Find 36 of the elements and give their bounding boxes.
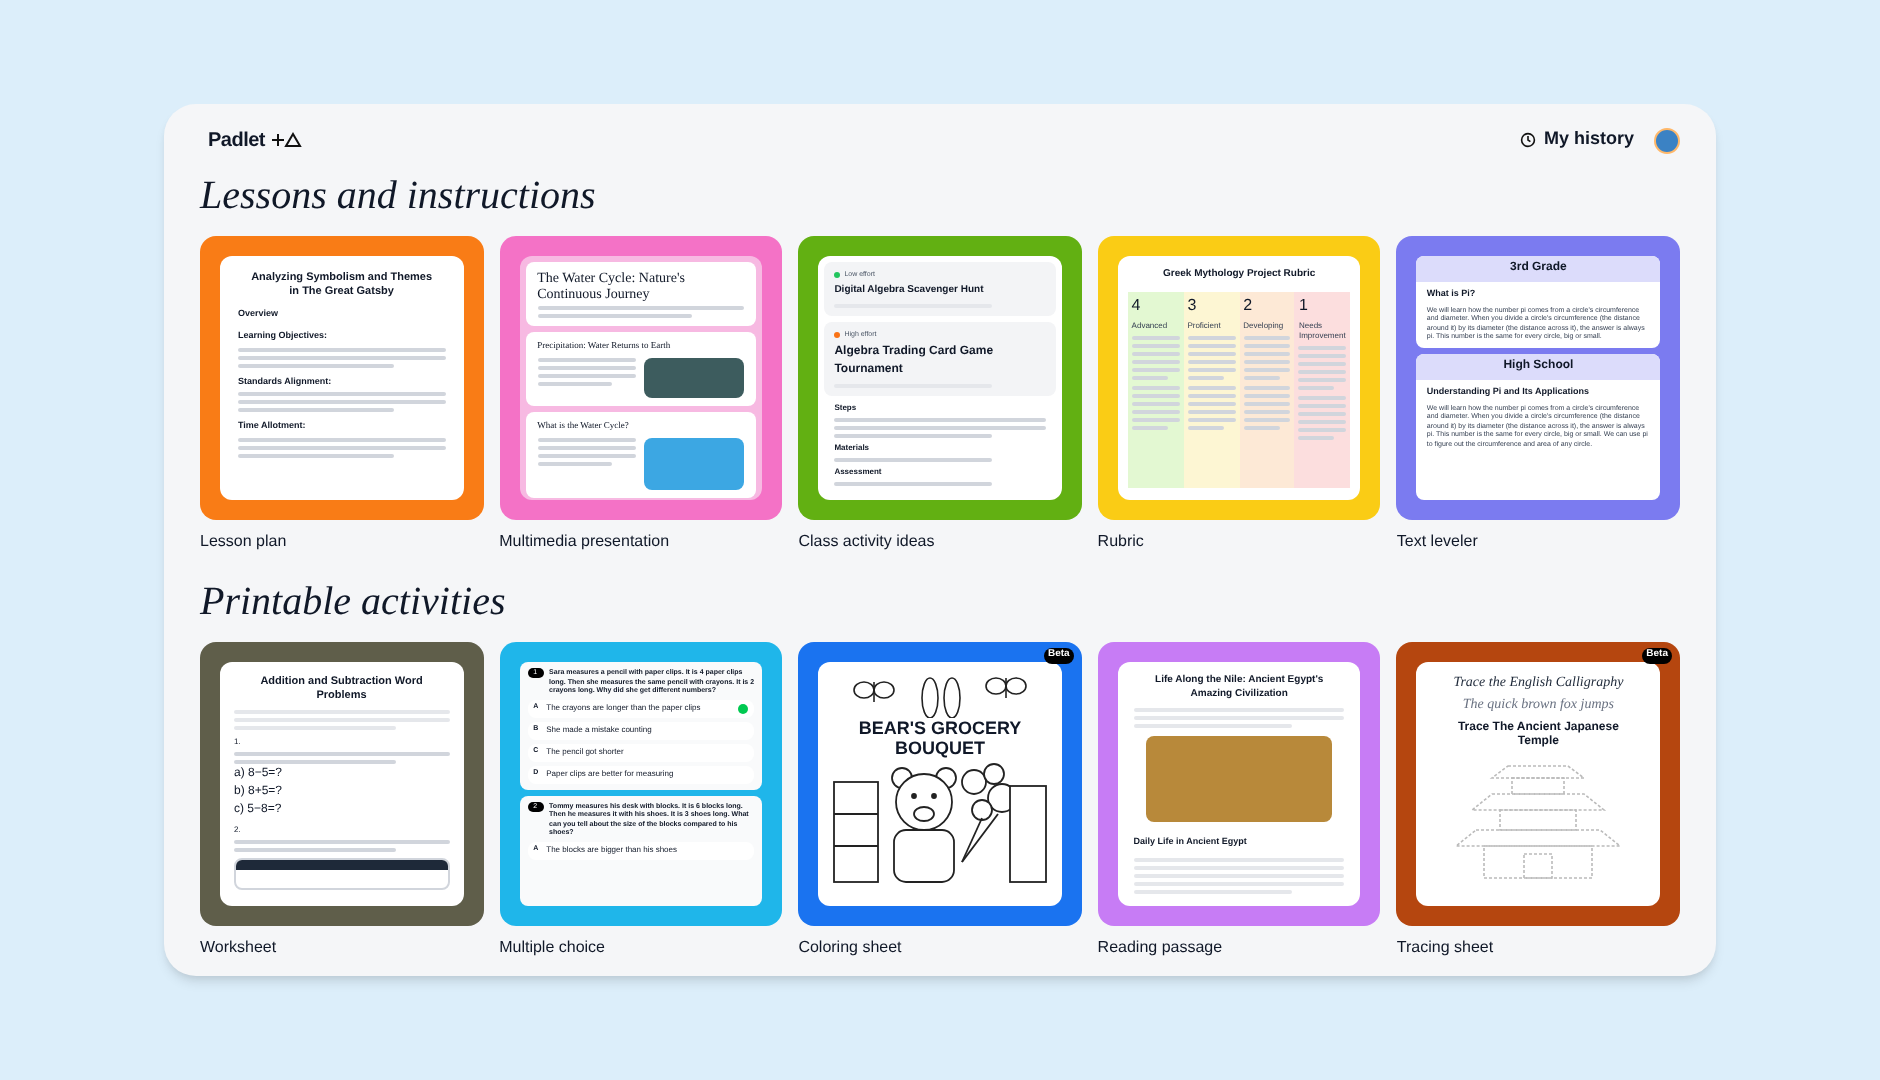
- text-lines: [1187, 335, 1236, 379]
- avatar[interactable]: [1654, 127, 1680, 153]
- template-thumbnail[interactable]: [1396, 236, 1680, 520]
- rubric-score: 3: [1187, 295, 1199, 313]
- template-label[interactable]: Lesson plan: [200, 530, 484, 554]
- template-label[interactable]: Class activity ideas: [798, 530, 1082, 554]
- plus-triangle-icon: [269, 132, 302, 148]
- template-label[interactable]: Multiple choice: [499, 936, 783, 960]
- rubric-score: 4: [1131, 295, 1143, 313]
- text-lines: [1243, 385, 1291, 429]
- clock-icon: [1519, 132, 1536, 148]
- rubric-score: 2: [1243, 295, 1255, 313]
- rubric-score: 1: [1298, 295, 1310, 313]
- text-lines: [1243, 335, 1291, 379]
- template-label[interactable]: Multimedia presentation: [499, 530, 783, 554]
- template-label[interactable]: Rubric: [1097, 530, 1381, 554]
- template-label[interactable]: Tracing sheet: [1396, 936, 1680, 960]
- coloring-title: BEAR'S GROCERY BOUQUET: [856, 718, 1024, 758]
- app-logo[interactable]: Padlet: [208, 125, 266, 155]
- text-lines: [537, 357, 637, 386]
- text-lines: [1187, 385, 1236, 429]
- template-label[interactable]: Text leveler: [1396, 530, 1680, 554]
- template-label[interactable]: Coloring sheet: [798, 936, 1082, 960]
- diagram-placeholder: [644, 437, 745, 489]
- template-label[interactable]: Reading passage: [1097, 936, 1381, 960]
- section-title: Lessons and instructions: [200, 172, 598, 220]
- text-lines: [1131, 385, 1180, 429]
- text-lines: [1298, 395, 1347, 439]
- photo-placeholder: [644, 357, 745, 398]
- text-lines: [1131, 335, 1180, 379]
- text-lines: [537, 437, 637, 465]
- text-lines: [1298, 345, 1347, 389]
- template-label[interactable]: Worksheet: [200, 936, 484, 960]
- section-title: Printable activities: [200, 578, 508, 626]
- history-button[interactable]: My history: [1519, 126, 1634, 154]
- template-thumbnail[interactable]: [499, 642, 783, 926]
